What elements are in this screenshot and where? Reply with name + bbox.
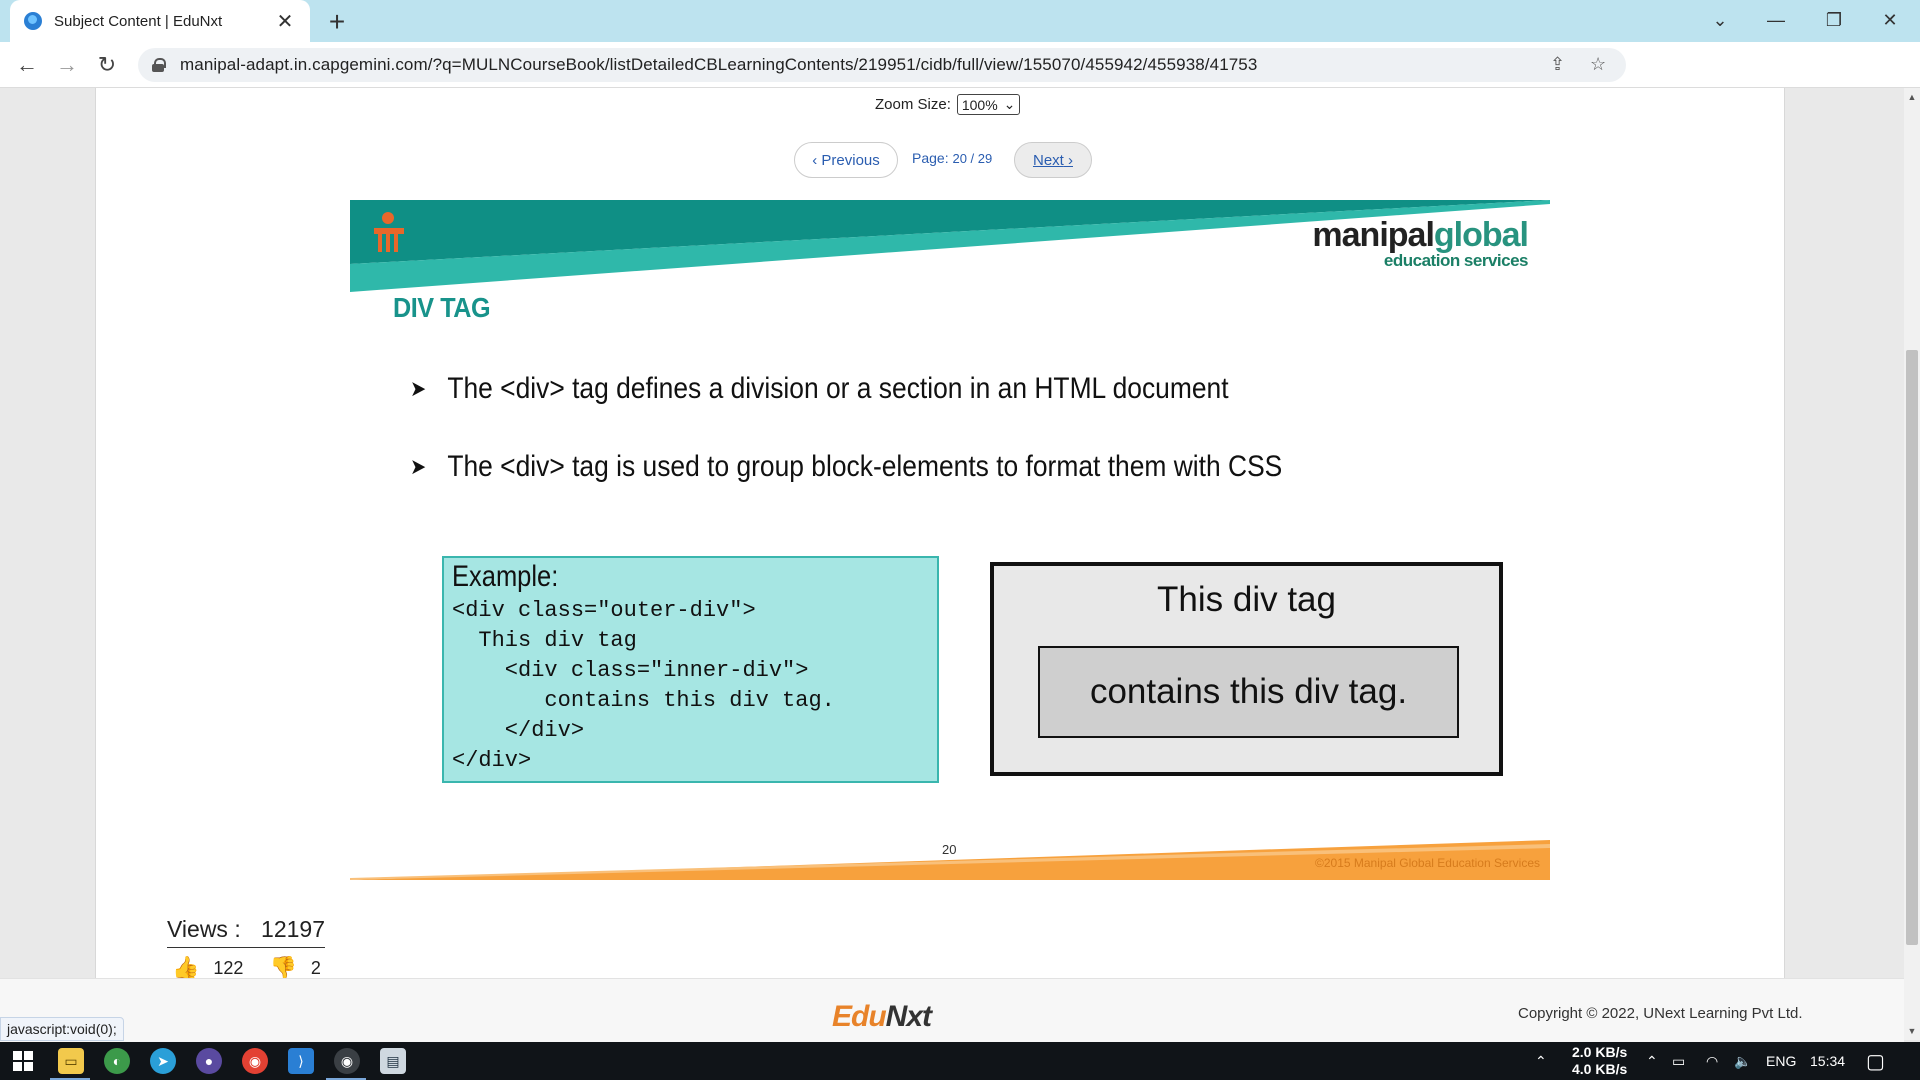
address-bar[interactable]: manipal-adapt.in.capgemini.com/?q=MULNCo… [138,48,1626,82]
bullet-text: The <div> tag defines a division or a se… [447,372,1229,405]
tab-search-chevron-icon[interactable]: ⌄ [1692,0,1748,40]
show-hidden-icons-icon[interactable]: ⌃ [1646,1042,1658,1080]
bullet-text: The <div> tag is used to group block-ele… [447,450,1283,483]
language-indicator[interactable]: ENG [1766,1042,1796,1080]
reload-icon[interactable]: ↻ [92,50,122,80]
page-value: 20 / 29 [952,151,993,166]
windows-start-icon[interactable] [10,1048,36,1074]
app-green-icon[interactable]: ◐ [104,1048,130,1074]
bullet-arrow-icon: ➤ [410,454,427,479]
net-up: 2.0 KB/s [1572,1044,1628,1060]
battery-icon[interactable]: ▭ [1672,1042,1685,1080]
clock[interactable]: 15:34 [1810,1042,1845,1080]
photos-icon[interactable]: ▤ [380,1048,406,1074]
previous-label: Previous [821,151,880,169]
zoom-value: 100% [961,96,998,113]
browser-toolbar: ← → ↻ manipal-adapt.in.capgemini.com/?q=… [0,42,1920,121]
zoom-control: Zoom Size: 100% ⌄ [875,94,1021,115]
brand-main-a: manipal [1312,216,1434,254]
restore-button[interactable]: ❐ [1806,0,1862,40]
slide-image: manipalglobal education services DIV TAG… [350,200,1550,880]
slide-title: DIV TAG [393,292,491,323]
share-icon[interactable]: ⇪ [1550,54,1565,75]
edunxt-logo: EduNxt [832,1000,932,1034]
bullet-item: ➤ The <div> tag defines a division or a … [410,372,1229,406]
outer-div-text: This div tag [1157,580,1336,619]
brand-logo: manipalglobal education services [1312,216,1529,271]
views-counter: Views : 12197 [167,916,325,948]
scroll-up-icon[interactable]: ▲ [1906,92,1918,102]
wifi-icon[interactable]: ◠ [1706,1042,1718,1080]
net-down: 4.0 KB/s [1572,1061,1628,1077]
footer-copyright: Copyright © 2022, UNext Learning Pvt Ltd… [1518,1005,1803,1022]
telegram-icon[interactable]: ➤ [150,1048,176,1074]
lock-icon[interactable] [152,58,166,72]
logo-part-c: xt [906,1000,932,1033]
chrome-icon[interactable]: ◉ [242,1048,268,1074]
file-explorer-icon[interactable]: ▭ [58,1048,84,1074]
chrome-active-icon[interactable]: ◉ [334,1048,360,1074]
app-purple-icon[interactable]: ● [196,1048,222,1074]
code-snippet: <div class="outer-div"> This div tag <di… [452,598,835,773]
new-tab-button[interactable]: + [322,6,352,38]
scroll-down-icon[interactable]: ▼ [1906,1026,1918,1036]
scrollbar-thumb[interactable] [1906,350,1918,945]
dislikes-count: 2 [310,957,321,978]
bookmark-star-icon[interactable]: ☆ [1590,54,1606,75]
slide-copyright: ©2015 Manipal Global Education Services [1315,856,1540,870]
likes-count: 122 [213,957,244,978]
url-text: manipal-adapt.in.capgemini.com/?q=MULNCo… [180,55,1258,74]
previous-button[interactable]: ‹ Previous [794,142,898,178]
code-example-box: Example: <div class="outer-div"> This di… [442,556,939,783]
brand-main-b: global [1433,216,1529,254]
browser-tabbar: Subject Content | EduNxt ✕ + ⌄ — ❐ ✕ [0,0,1920,42]
example-label: Example: [452,560,559,593]
edunxt-favicon-icon [24,12,42,30]
volume-icon[interactable]: 🔈 [1734,1042,1751,1080]
close-window-button[interactable]: ✕ [1862,0,1918,40]
page-label: Page: [912,150,949,166]
back-arrow-icon[interactable]: ← [12,50,42,80]
logo-part-a: Edu [832,1000,887,1033]
inner-div-demo: contains this div tag. [1038,646,1459,738]
status-bar: javascript:void(0); [0,1017,124,1041]
slide-page-number: 20 [942,842,957,857]
next-label: Next [1032,151,1064,169]
logo-part-b: N [885,1000,908,1033]
zoom-label: Zoom Size: [875,96,951,113]
next-button[interactable]: Next › [1014,142,1092,178]
zoom-select[interactable]: 100% ⌄ [956,94,1021,115]
chevron-left-icon: ‹ [812,151,822,169]
tray-expand-icon[interactable]: ⌃ [1535,1042,1547,1080]
inner-div-text: contains this div tag. [1089,672,1408,711]
forward-arrow-icon[interactable]: → [52,50,82,80]
outer-div-demo: This div tag contains this div tag. [990,562,1503,776]
views-value: 12197 [261,916,325,942]
notifications-icon[interactable]: ▢ [1866,1042,1885,1080]
bullet-item: ➤ The <div> tag is used to group block-e… [410,450,1282,484]
vscode-icon[interactable]: ⟩ [288,1048,314,1074]
network-speed: 2.0 KB/s 4.0 KB/s [1572,1044,1627,1078]
chevron-right-icon: › [1063,151,1073,169]
views-label: Views : [167,916,241,942]
browser-tab[interactable]: Subject Content | EduNxt ✕ [10,0,310,42]
chevron-down-icon: ⌄ [1003,96,1016,112]
minimize-button[interactable]: — [1748,0,1804,40]
tab-title: Subject Content | EduNxt [54,12,223,30]
bullet-arrow-icon: ➤ [410,376,427,401]
page-indicator: Page: 20 / 29 [912,150,992,166]
close-tab-icon[interactable]: ✕ [274,9,296,34]
manipal-logo-icon [374,212,404,252]
